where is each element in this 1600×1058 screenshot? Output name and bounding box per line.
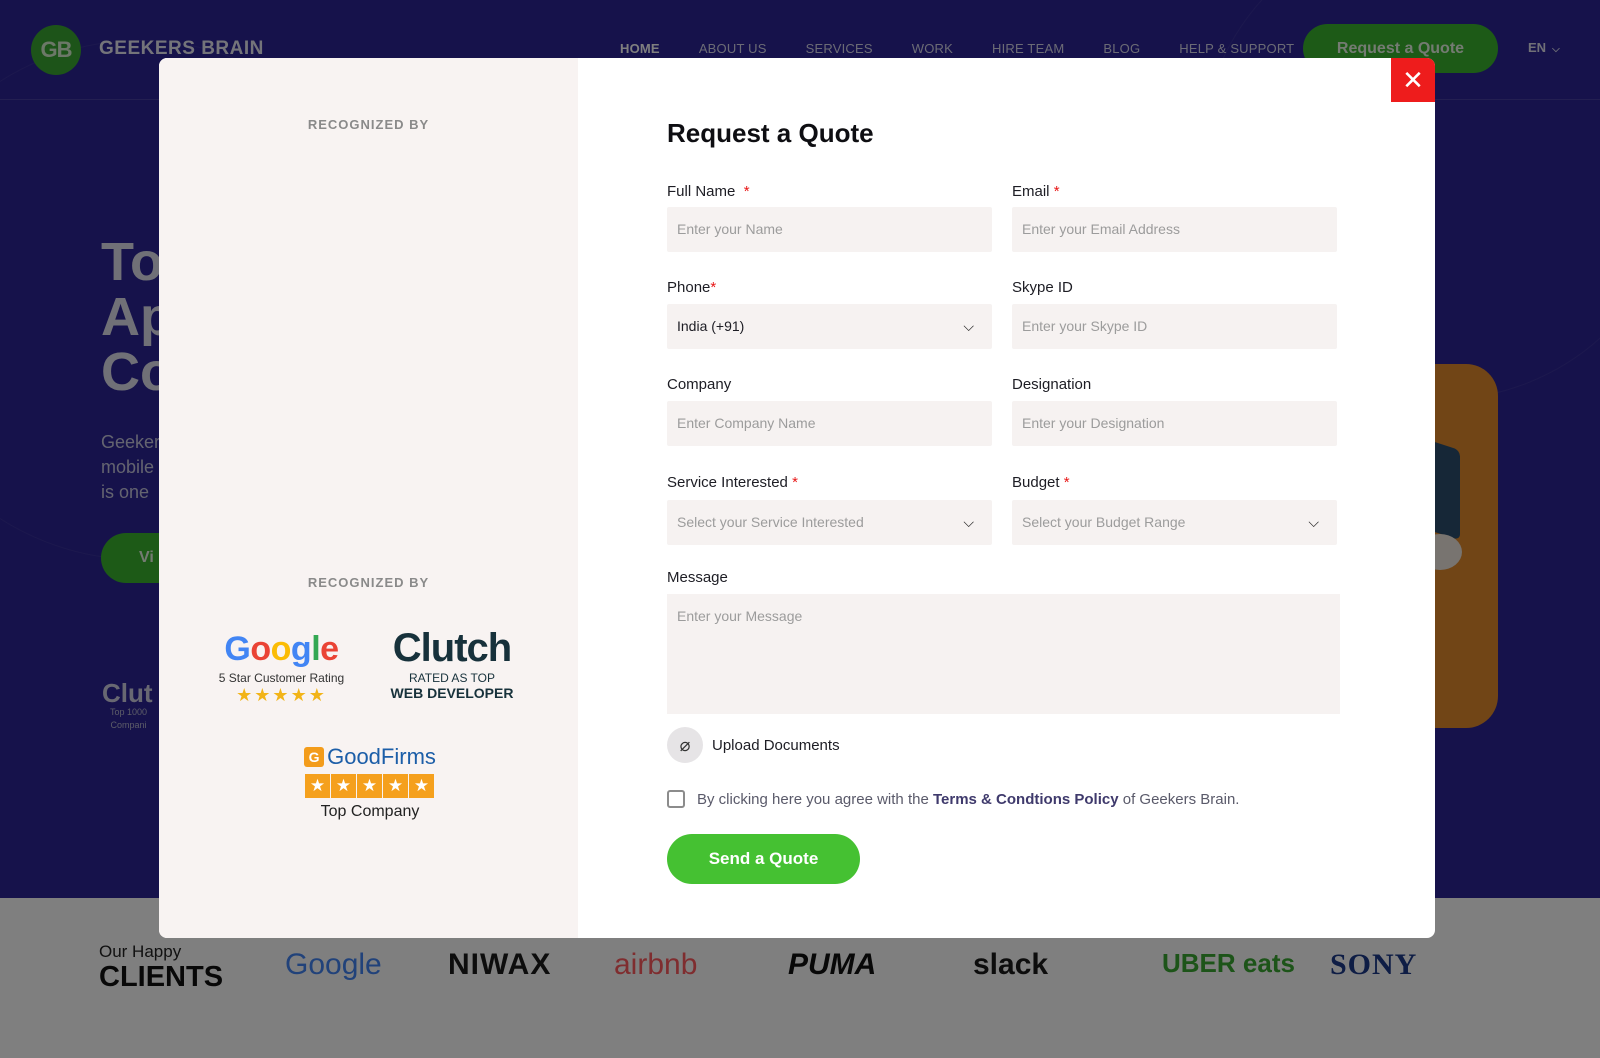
google-rating-badge: Google 5 Star Customer Rating ★★★★★	[214, 630, 349, 706]
google-badge-text: 5 Star Customer Rating	[218, 671, 345, 685]
goodfirms-badge-text: Top Company	[320, 803, 420, 820]
budget-placeholder: Select your Budget Range	[1022, 514, 1186, 530]
upload-documents-label: Upload Documents	[712, 736, 840, 754]
phone-country-value: India (+91)	[677, 318, 745, 334]
goodfirms-logo: G GoodFirms	[295, 744, 445, 770]
skype-input[interactable]: Enter your Skype ID	[1012, 304, 1337, 349]
terms-agreement: By clicking here you agree with the Term…	[667, 790, 1239, 808]
recognized-by-label: RECOGNIZED BY	[307, 575, 430, 590]
company-label: Company	[667, 376, 732, 393]
clutch-logo: Clutch	[392, 626, 512, 670]
full-name-label: Full Name *	[667, 183, 750, 200]
google-logo: Google	[224, 630, 339, 668]
recognized-by-label: RECOGNIZED BY	[307, 117, 430, 132]
goodfirms-mark-icon: G	[304, 747, 325, 767]
company-input[interactable]: Enter Company Name	[667, 401, 992, 446]
clutch-badge-line2: WEB DEVELOPER	[390, 685, 514, 701]
budget-select[interactable]: Select your Budget Range ⌵	[1012, 500, 1337, 545]
chevron-down-icon: ⌵	[963, 514, 974, 530]
service-label: Service Interested *	[667, 474, 798, 491]
terms-checkbox[interactable]	[667, 790, 685, 808]
phone-country-select[interactable]: India (+91) ⌵	[667, 304, 992, 349]
paperclip-icon: ⌀	[667, 727, 703, 763]
send-quote-button[interactable]: Send a Quote	[667, 834, 860, 884]
chevron-down-icon: ⌵	[963, 318, 974, 334]
chevron-down-icon: ⌵	[1308, 514, 1319, 530]
terms-link[interactable]: Terms & Condtions Policy	[933, 791, 1119, 808]
full-name-input[interactable]: Enter your Name	[667, 207, 992, 252]
terms-text: By clicking here you agree with the Term…	[697, 790, 1240, 808]
email-label: Email *	[1012, 183, 1060, 200]
goodfirms-logo-text: GoodFirms	[327, 744, 436, 769]
star-rating-icon: ★★★★★	[295, 774, 445, 798]
clutch-badge: Clutch RATED AS TOP WEB DEVELOPER	[387, 626, 517, 701]
upload-documents-button[interactable]: ⌀ Upload Documents	[667, 727, 840, 763]
clutch-badge-line1: RATED AS TOP	[408, 671, 496, 685]
designation-input[interactable]: Enter your Designation	[1012, 401, 1337, 446]
email-input[interactable]: Enter your Email Address	[1012, 207, 1337, 252]
message-textarea[interactable]: Enter your Message	[667, 594, 1340, 714]
service-placeholder: Select your Service Interested	[677, 514, 864, 530]
phone-label: Phone*	[667, 279, 717, 296]
form-title: Request a Quote	[667, 118, 874, 148]
message-label: Message	[667, 569, 728, 586]
designation-label: Designation	[1012, 376, 1092, 393]
budget-label: Budget *	[1012, 474, 1070, 491]
recognition-panel: RECOGNIZED BY RECOGNIZED BY Google 5 Sta…	[159, 58, 578, 938]
skype-label: Skype ID	[1012, 279, 1073, 296]
close-icon[interactable]: ✕	[1391, 58, 1435, 102]
goodfirms-badge: G GoodFirms ★ ★ ★ ★ ★ Top Company	[295, 744, 445, 821]
quote-modal: RECOGNIZED BY RECOGNIZED BY Google 5 Sta…	[159, 58, 1435, 938]
service-select[interactable]: Select your Service Interested ⌵	[667, 500, 992, 545]
star-rating-icon: ★★★★★	[236, 685, 327, 705]
